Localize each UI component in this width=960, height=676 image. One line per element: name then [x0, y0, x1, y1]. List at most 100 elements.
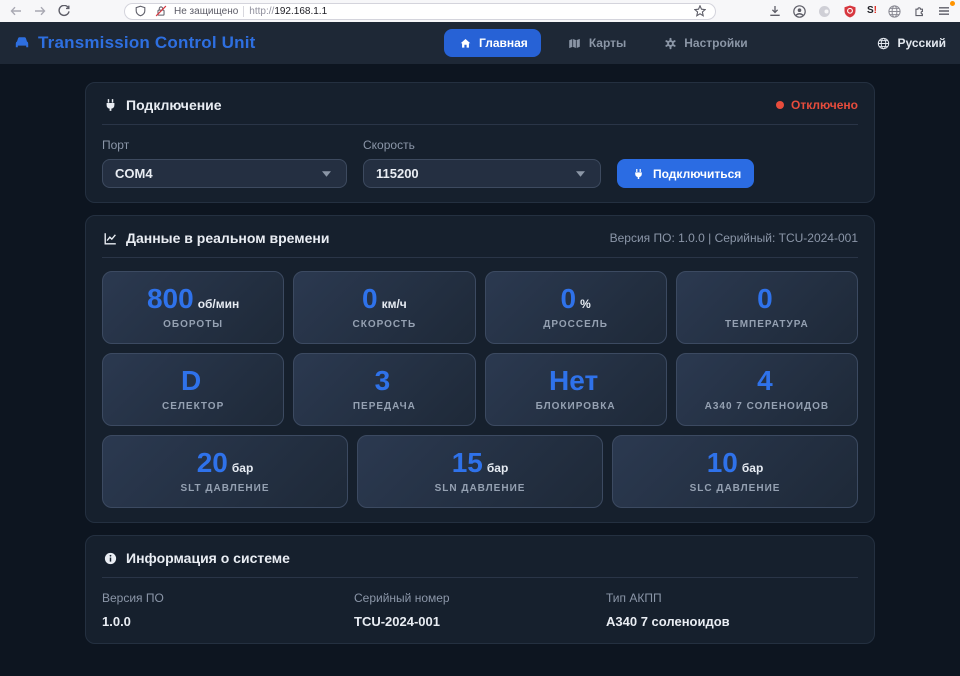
map-icon [567, 35, 583, 51]
metric-label: СКОРОСТЬ [353, 319, 417, 330]
chevron-down-icon [572, 166, 588, 182]
system-info-panel: Информация о системе Версия ПО 1.0.0 Сер… [85, 535, 875, 644]
info-label: Тип АКПП [606, 591, 858, 605]
panel-title: Подключение [126, 97, 222, 113]
divider [102, 577, 858, 578]
metric-value: 20 [197, 449, 228, 477]
language-switcher[interactable]: Русский [876, 35, 947, 51]
metric-label: SLN ДАВЛЕНИЕ [435, 483, 526, 494]
status-label: Отключено [791, 98, 858, 112]
info-field-transmission-type: Тип АКПП А340 7 соленоидов [606, 591, 858, 629]
connect-button-label: Подключиться [653, 167, 741, 181]
metric-unit: бар [232, 461, 253, 475]
metric-card-speed: 0 км/ч СКОРОСТЬ [293, 271, 475, 344]
metric-unit: % [580, 297, 591, 311]
disabled-extension-icon[interactable] [817, 3, 833, 19]
back-icon[interactable] [8, 3, 24, 19]
metric-value: 0 [362, 285, 378, 313]
url-bar[interactable]: Не защищено http://192.168.1.1 [124, 3, 716, 20]
metric-card-lockup: Нет БЛОКИРОВКА [485, 353, 667, 426]
metric-label: А340 7 СОЛЕНОИДОВ [705, 401, 830, 412]
baud-select[interactable]: 115200 [363, 159, 601, 188]
metric-value: 0 [757, 285, 773, 313]
metric-label: СЕЛЕКТОР [162, 401, 224, 412]
metric-label: ОБОРОТЫ [163, 319, 223, 330]
metric-value: 4 [757, 367, 773, 395]
account-icon[interactable] [792, 3, 808, 19]
home-icon [457, 35, 473, 51]
nav-tab-label: Настройки [684, 36, 747, 50]
firmware-serial-meta: Версия ПО: 1.0.0 | Серийный: TCU-2024-00… [610, 231, 858, 245]
plug-icon [630, 166, 646, 182]
notification-dot [950, 1, 955, 6]
metric-label: БЛОКИРОВКА [536, 401, 616, 412]
brand: Transmission Control Unit [14, 33, 256, 53]
metric-label: ДРОССЕЛЬ [543, 319, 608, 330]
page-title: Transmission Control Unit [38, 33, 256, 53]
info-label: Серийный номер [354, 591, 606, 605]
port-select[interactable]: COM4 [102, 159, 347, 188]
metric-unit: бар [487, 461, 508, 475]
security-label: Не защищено [174, 6, 238, 17]
car-icon [14, 35, 30, 51]
info-value: TCU-2024-001 [354, 614, 606, 629]
url-text[interactable]: http://192.168.1.1 [249, 6, 687, 17]
urlbar-separator [243, 6, 244, 17]
pressure-card-slt: 20 бар SLT ДАВЛЕНИЕ [102, 435, 348, 508]
metric-label: ТЕМПЕРАТУРА [725, 319, 809, 330]
nav-tab-label: Карты [589, 36, 626, 50]
adblock-shield-icon[interactable] [842, 3, 858, 19]
metric-card-selector: D СЕЛЕКТОР [102, 353, 284, 426]
metric-card-solenoids: 4 А340 7 СОЛЕНОИДОВ [676, 353, 858, 426]
metric-label: SLT ДАВЛЕНИЕ [180, 483, 269, 494]
browser-toolbar: Не защищено http://192.168.1.1 S! [0, 0, 960, 22]
info-value: А340 7 соленоидов [606, 614, 858, 629]
metric-unit: км/ч [382, 297, 407, 311]
gear-icon [662, 35, 678, 51]
metric-label: ПЕРЕДАЧА [353, 401, 416, 412]
pressure-card-slc: 10бар SLC ДАВЛЕНИЕ [612, 435, 858, 508]
url-scheme: http:// [249, 6, 274, 17]
forward-icon[interactable] [32, 3, 48, 19]
metric-value: 800 [147, 285, 194, 313]
insecure-lock-icon[interactable] [153, 3, 169, 19]
info-field-serial: Серийный номер TCU-2024-001 [354, 591, 606, 629]
download-icon[interactable] [767, 3, 783, 19]
port-label: Порт [102, 138, 347, 152]
app-header: Transmission Control Unit Главная Карты … [0, 22, 960, 64]
bookmark-star-icon[interactable] [692, 3, 708, 19]
nav-tab-maps[interactable]: Карты [557, 29, 636, 57]
metric-value: 3 [375, 367, 391, 395]
browser-extension-area: S! [767, 3, 952, 19]
status-dot-icon [776, 101, 784, 109]
metric-label: SLC ДАВЛЕНИЕ [690, 483, 781, 494]
extensions-puzzle-icon[interactable] [911, 3, 927, 19]
globe-extension-icon[interactable] [886, 3, 902, 19]
nav-tab-label: Главная [479, 36, 528, 50]
metric-value: 15 [452, 449, 483, 477]
reload-icon[interactable] [56, 3, 72, 19]
main-nav: Главная Карты Настройки [444, 29, 758, 57]
chevron-down-icon [318, 166, 334, 182]
divider [102, 124, 858, 125]
nav-tab-settings[interactable]: Настройки [652, 29, 757, 57]
tracking-shield-icon[interactable] [132, 3, 148, 19]
metric-card-throttle: 0% ДРОССЕЛЬ [485, 271, 667, 344]
main-content: Подключение Отключено Порт COM4 Скорость [85, 82, 875, 644]
port-value: COM4 [115, 166, 318, 181]
globe-icon [876, 35, 892, 51]
nav-tab-home[interactable]: Главная [444, 29, 541, 57]
baud-value: 115200 [376, 166, 572, 181]
info-value: 1.0.0 [102, 614, 354, 629]
panel-title: Данные в реальном времени [126, 230, 329, 246]
info-icon [102, 550, 118, 566]
connect-button[interactable]: Подключиться [617, 159, 754, 188]
metric-card-gear: 3 ПЕРЕДАЧА [293, 353, 475, 426]
url-host: 192.168.1.1 [274, 6, 327, 17]
connection-status: Отключено [776, 98, 858, 112]
panel-title: Информация о системе [126, 550, 290, 566]
s-extension-icon[interactable]: S! [867, 6, 877, 16]
baud-label: Скорость [363, 138, 601, 152]
metric-unit: об/мин [198, 297, 240, 311]
menu-hamburger-icon[interactable] [936, 3, 952, 19]
